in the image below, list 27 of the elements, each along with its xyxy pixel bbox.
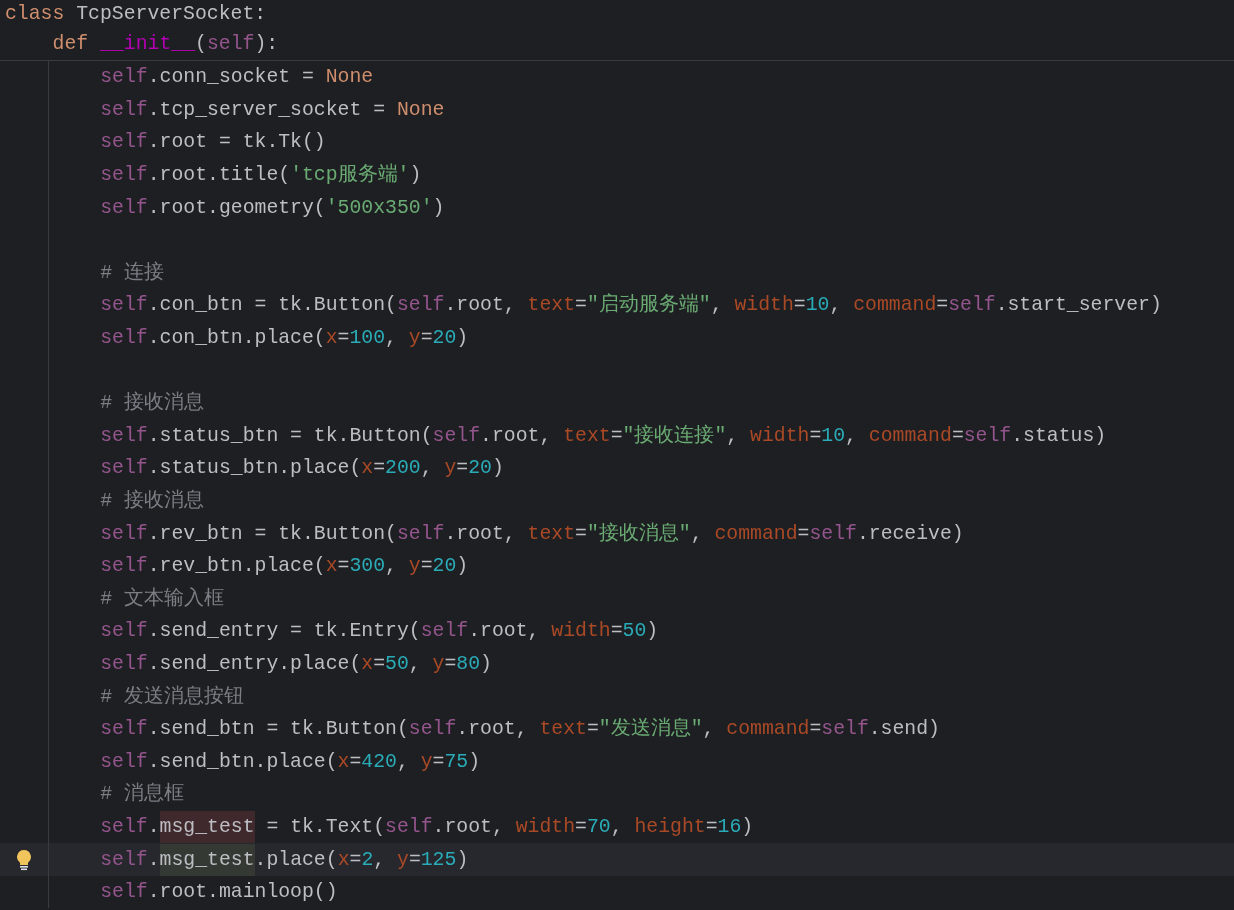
code-line: self.status_btn.place(x=200, y=20) [100, 456, 504, 482]
code-line: self.msg_test.place(x=2, y=125) [100, 843, 469, 876]
code-line: # 发送消息按钮 [100, 684, 244, 710]
code-line: self.root.mainloop() [100, 880, 338, 906]
code-line: # 接收消息 [100, 488, 204, 514]
code-line: self.con_btn = tk.Button(self.root, text="启动服务端", width=10, command=self.start_server) [100, 292, 1162, 319]
code-line: self.send_entry = tk.Entry(self.root, width=50) [100, 619, 659, 645]
code-line: self.send_entry.place(x=50, y=80) [100, 652, 492, 677]
code-line: self.root.title('tcp服务端') [100, 162, 422, 189]
sticky-code-line: class TcpServerSocket: [5, 2, 267, 28]
code-line: # 连接 [100, 260, 164, 286]
lightbulb-icon[interactable] [16, 848, 32, 871]
code-line: self.send_btn.place(x=420, y=75) [100, 749, 481, 775]
code-line: self.rev_btn.place(x=300, y=20) [100, 554, 469, 580]
code-line: # 接收消息 [100, 390, 204, 417]
code-line: self.send_btn = tk.Button(self.root, text="发送消息", command=self.send) [100, 716, 940, 743]
code-line: self.status_btn = tk.Button(self.root, text="接收连接", width=10, command=self.status) [100, 423, 1107, 449]
code-line: self.rev_btn = tk.Button(self.root, text="接收消息", command=self.receive) [100, 521, 964, 547]
code-line: self.root = tk.Tk() [100, 130, 326, 156]
code-line: # 消息框 [100, 781, 184, 808]
code-line: self.root.geometry('500x350') [100, 195, 445, 221]
code-line: # 文本输入框 [100, 586, 224, 612]
sticky-code-line: def __init__(self): [52, 32, 279, 58]
code-line: self.tcp_server_socket = None [100, 97, 445, 123]
code-line: self.msg_test = tk.Text(self.root, width=70, height=16) [100, 810, 754, 843]
code-line: self.conn_socket = None [100, 65, 374, 91]
code-line: self.con_btn.place(x=100, y=20) [100, 326, 469, 352]
